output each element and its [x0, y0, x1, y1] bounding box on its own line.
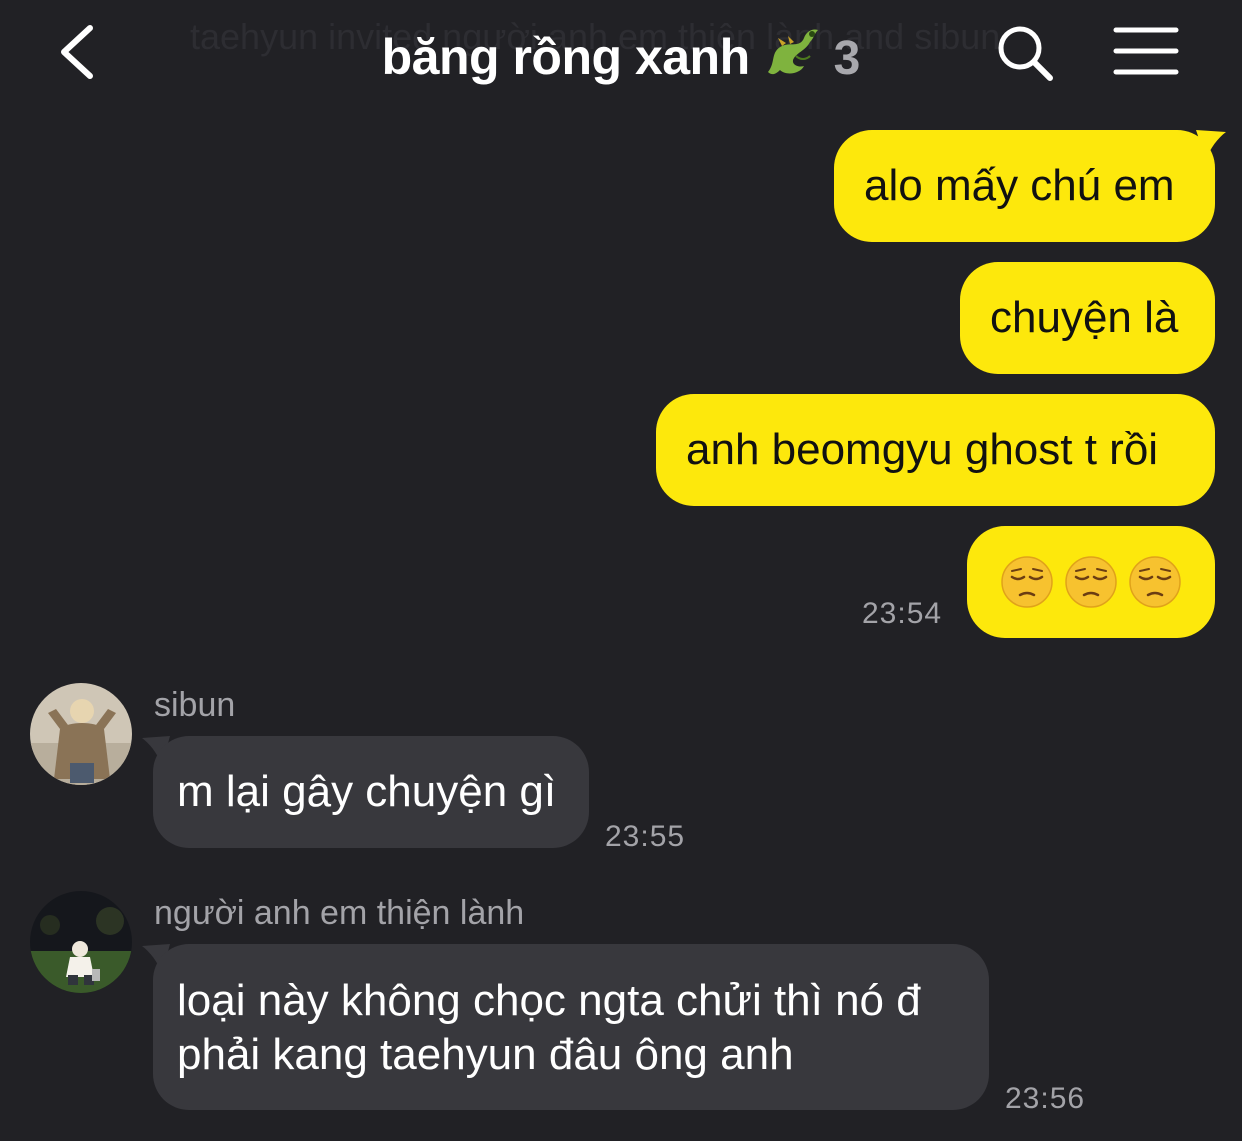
chat-title: băng rồng xanh: [381, 29, 751, 85]
avatar[interactable]: [30, 891, 132, 993]
message-timestamp: 23:56: [1005, 1082, 1086, 1115]
pensive-face-icon: [1001, 556, 1053, 608]
pensive-face-icon: [1129, 556, 1181, 608]
outgoing-message[interactable]: anh beomgyu ghost t rồi: [656, 394, 1215, 506]
avatar[interactable]: [30, 683, 132, 785]
nguoi-anh-em-avatar-icon: [30, 891, 132, 993]
message-timestamp: 23:55: [605, 820, 686, 853]
search-button[interactable]: [992, 20, 1060, 88]
sender-name: sibun: [154, 686, 236, 724]
message-text: m lại gây chuyện gì: [177, 767, 557, 816]
outgoing-message[interactable]: alo mấy chú em: [834, 130, 1215, 242]
message-timestamp: 23:54: [862, 597, 943, 630]
sender-name: người anh em thiện lành: [154, 894, 525, 932]
chat-header: taehyun invited người anh em thiện lành …: [0, 0, 1242, 110]
dragon-icon: [767, 29, 818, 75]
pensive-face-icon: [1065, 556, 1117, 608]
sibun-avatar-icon: [30, 683, 132, 785]
incoming-message[interactable]: m lại gây chuyện gì: [153, 736, 589, 848]
menu-button[interactable]: [1110, 24, 1182, 80]
outgoing-message[interactable]: chuyện là: [960, 262, 1215, 374]
outgoing-emoji-message[interactable]: [967, 526, 1215, 638]
hamburger-menu-icon: [1113, 27, 1179, 75]
search-icon: [998, 26, 1053, 81]
emoji-row: [967, 526, 1215, 638]
incoming-message[interactable]: loại này không chọc ngta chửi thì nó đ p…: [153, 944, 989, 1110]
message-text-line: phải kang taehyun đâu ông anh: [177, 1030, 794, 1079]
message-text-line: loại này không chọc ngta chửi thì nó đ: [177, 976, 921, 1025]
message-text: alo mấy chú em: [864, 161, 1175, 210]
message-text: chuyện là: [990, 293, 1179, 342]
member-count: 3: [833, 32, 861, 85]
message-text: anh beomgyu ghost t rồi: [686, 425, 1159, 474]
